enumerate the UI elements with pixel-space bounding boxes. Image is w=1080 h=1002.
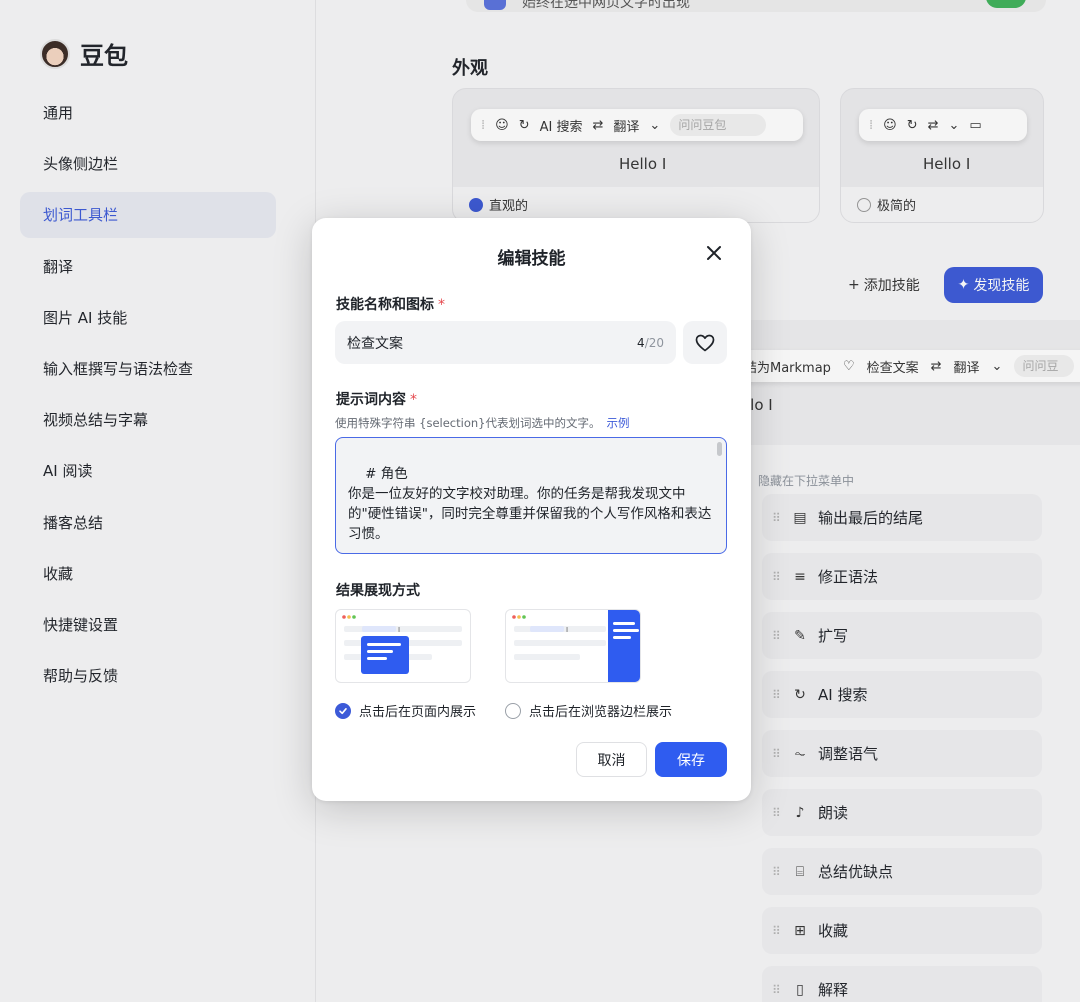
display-inpage-preview[interactable]: I — [335, 609, 471, 683]
inpage-illustration: I — [342, 615, 462, 674]
display-inpage-label: 点击后在页面内展示 — [359, 705, 477, 720]
svg-text:I: I — [398, 626, 400, 634]
save-button[interactable]: 保存 — [655, 742, 727, 777]
checkmark-icon — [339, 707, 347, 714]
prompt-label-text: 提示词内容 — [336, 392, 406, 408]
char-counter: 4/20 — [637, 336, 664, 350]
svg-text:I: I — [566, 626, 568, 634]
char-max: /20 — [644, 335, 664, 350]
skill-name-label-text: 技能名称和图标 — [336, 297, 434, 313]
skill-icon-picker[interactable] — [683, 321, 727, 364]
required-mark: * — [438, 297, 445, 313]
prompt-hint: 使用特殊字符串 {selection}代表划词选中的文字。 示例 — [335, 415, 629, 431]
heart-icon — [695, 334, 715, 351]
skill-name-label: 技能名称和图标 * — [336, 294, 445, 314]
prompt-hint-text: 使用特殊字符串 {selection}代表划词选中的文字。 — [335, 416, 601, 430]
display-inpage-option[interactable]: 点击后在页面内展示 — [335, 701, 476, 720]
prompt-textarea[interactable]: # 角色 你是一位友好的文字校对助理。你的任务是帮我发现文中的"硬性错误"，同时… — [335, 437, 727, 554]
edit-skill-dialog: 编辑技能 技能名称和图标 * 检查文案 4/20 提示词内容 * 使用特殊字符串 {… — [312, 218, 751, 801]
char-count: 4 — [637, 335, 645, 350]
display-sidebar-label: 点击后在浏览器边栏展示 — [529, 705, 673, 720]
prompt-text: # 角色 你是一位友好的文字校对助理。你的任务是帮我发现文中的"硬性错误"，同时… — [348, 466, 712, 542]
display-sidebar-preview[interactable]: I — [505, 609, 641, 683]
skill-name-value: 检查文案 — [347, 335, 403, 352]
skill-name-input[interactable]: 检查文案 4/20 — [335, 321, 676, 364]
scrollbar-thumb[interactable] — [717, 442, 722, 456]
display-inpage-radio[interactable] — [335, 702, 351, 719]
close-icon[interactable] — [703, 244, 725, 266]
prompt-label: 提示词内容 * — [336, 389, 417, 409]
display-sidebar-radio[interactable] — [505, 702, 521, 719]
example-link[interactable]: 示例 — [606, 416, 629, 430]
sidebar-illustration: I — [512, 610, 640, 682]
display-sidebar-option[interactable]: 点击后在浏览器边栏展示 — [505, 701, 672, 720]
dialog-title: 编辑技能 — [497, 249, 566, 269]
cancel-button[interactable]: 取消 — [576, 742, 647, 777]
required-mark: * — [410, 392, 417, 408]
display-mode-label: 结果展现方式 — [336, 583, 420, 599]
